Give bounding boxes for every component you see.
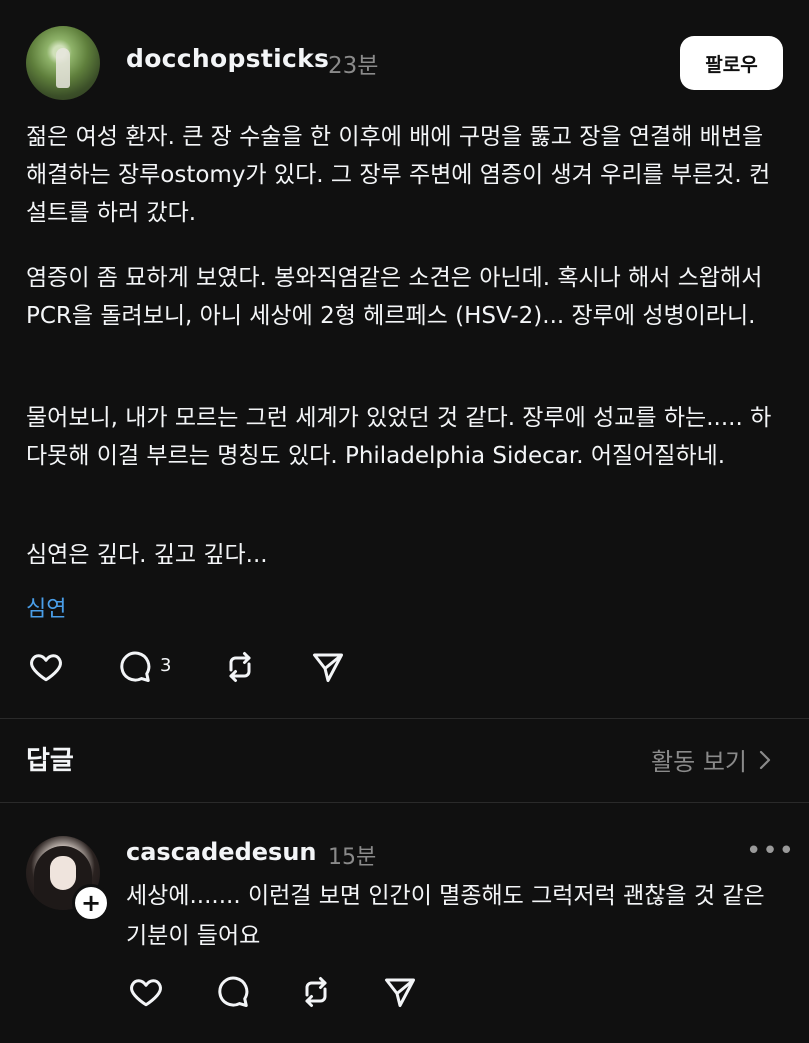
follow-button[interactable]: 팔로우 [680,36,783,90]
avatar-face [50,856,76,890]
comment-icon[interactable] [114,647,154,687]
divider [0,718,809,719]
divider [0,802,809,803]
share-icon[interactable] [308,647,348,687]
topic-tag[interactable]: 심연 [26,591,66,623]
repost-icon[interactable] [296,972,336,1012]
post-paragraph-1: 젊은 여성 환자. 큰 장 수술을 한 이후에 배에 구멍을 뚫고 장을 연결해… [26,124,771,226]
reply-username[interactable]: cascadedesun [126,838,317,866]
reply-text: 세상에....... 이런걸 보면 인간이 멸종해도 그럭저럭 괜찮을 것 같은… [126,883,765,949]
post-time: 23분 [328,53,379,79]
author-username[interactable]: docchopsticks [126,44,329,73]
reply-actions [126,972,446,1012]
author-avatar[interactable] [26,26,100,100]
avatar-figure [56,48,70,88]
follow-plus-badge[interactable]: + [72,884,110,922]
chevron-right-icon [759,750,771,769]
replies-title: 답글 [26,746,74,776]
more-options-icon[interactable]: ••• [746,836,794,866]
share-icon[interactable] [380,972,420,1012]
comment-count: 3 [160,655,172,676]
reply-time: 15분 [328,845,377,870]
comment-icon[interactable] [212,972,252,1012]
post-paragraph-4: 심연은 깊다. 깊고 깊다... [26,542,268,568]
view-activity-label: 활동 보기 [651,748,747,776]
post-paragraph-3: 물어보니, 내가 모르는 그런 세계가 있었던 것 같다. 장루에 성교를 하는… [26,405,772,469]
view-activity-link[interactable]: 활동 보기 [651,742,773,777]
post-paragraph-2: 염증이 좀 묘하게 보였다. 봉와직염같은 소견은 아닌데. 혹시나 해서 스왑… [26,265,763,329]
heart-icon[interactable] [126,972,166,1012]
repost-icon[interactable] [220,647,260,687]
heart-icon[interactable] [26,647,66,687]
post-actions: 3 [26,647,426,687]
